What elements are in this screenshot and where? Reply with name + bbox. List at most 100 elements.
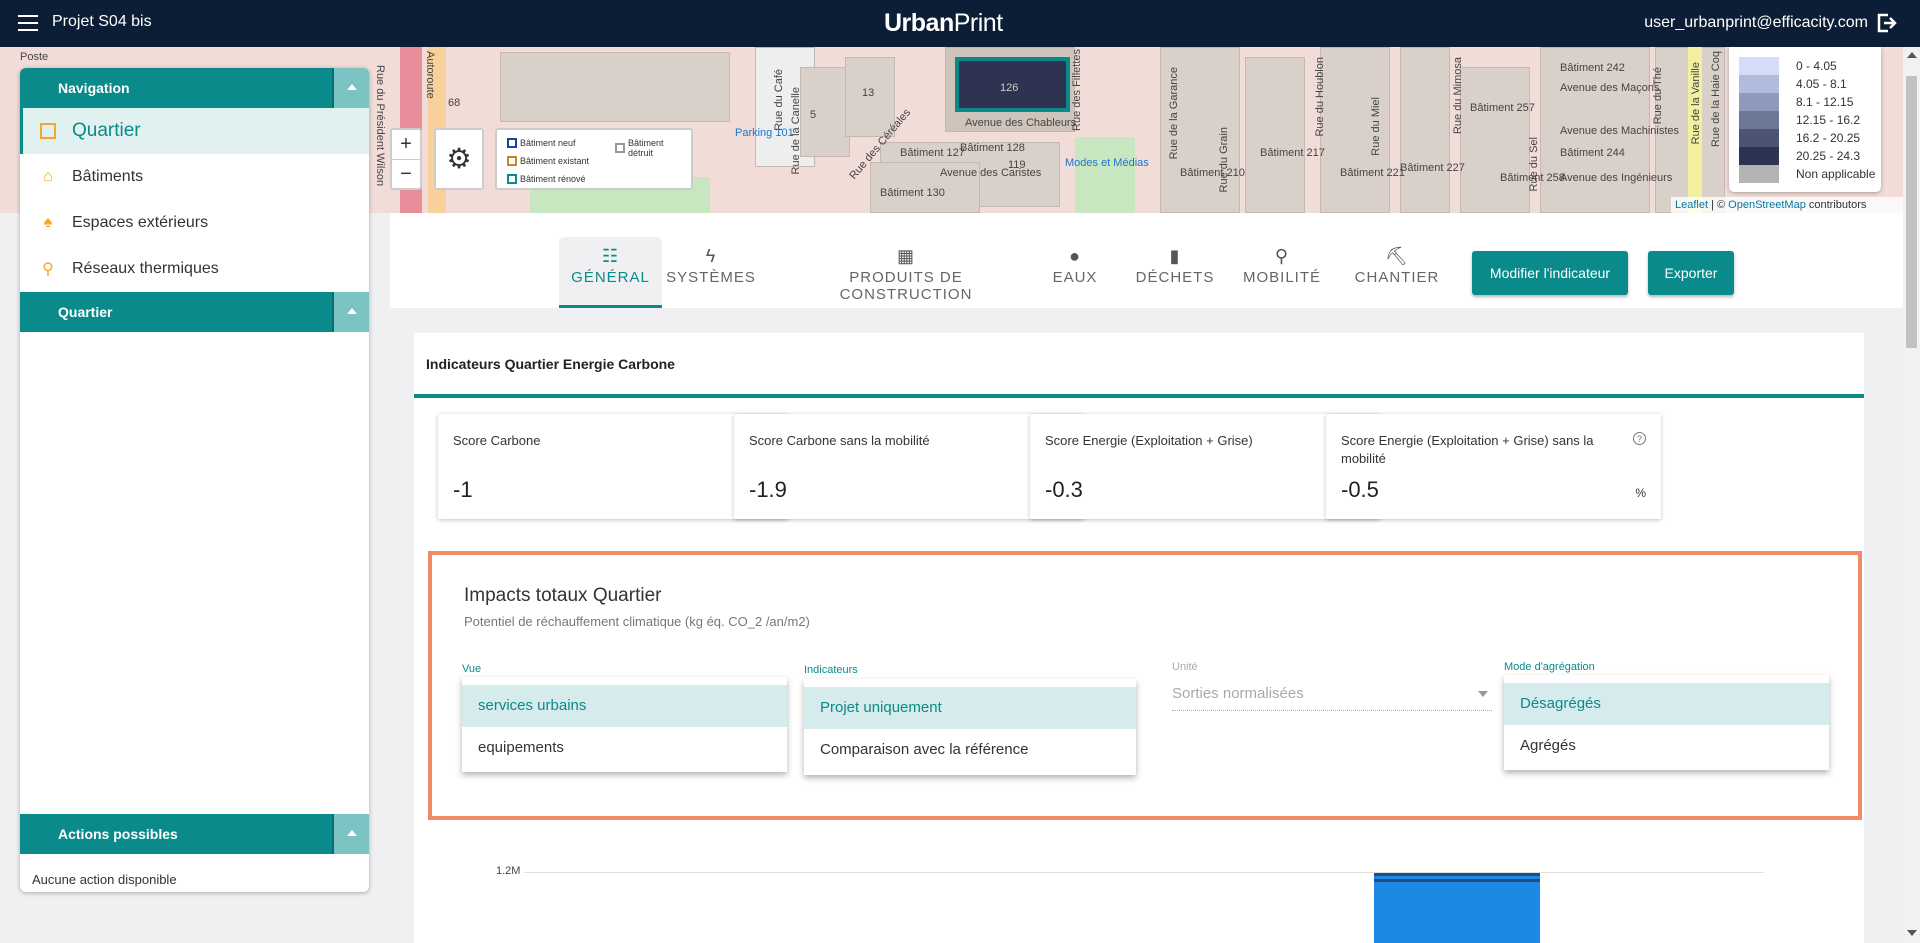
score-value: -0.3 bbox=[1045, 477, 1083, 502]
scroll-up-icon[interactable] bbox=[1907, 52, 1917, 58]
legend-item: Bâtiment neuf bbox=[507, 138, 576, 148]
aggregation-option[interactable]: Agrégés bbox=[1504, 725, 1829, 767]
legend-item: Bâtiment existant bbox=[507, 156, 589, 166]
tab-systemes[interactable]: ϟ SYSTÈMES bbox=[666, 237, 756, 308]
zoom-in-button[interactable]: + bbox=[392, 130, 420, 159]
legend-item: Bâtiment détruit bbox=[615, 138, 691, 158]
map-label: 126 bbox=[1000, 82, 1019, 94]
color-scale-legend: 0 - 4.05 4.05 - 8.1 8.1 - 12.15 12.15 - 16.… bbox=[1729, 47, 1881, 192]
tab-produits-de-construction[interactable]: ▦ PRODUITS DE CONSTRUCTION bbox=[786, 237, 1026, 308]
map-label: Avenue des Chableurs bbox=[965, 117, 1077, 129]
navigation-header[interactable]: Navigation bbox=[20, 68, 369, 108]
project-name: Projet S04 bis bbox=[52, 13, 152, 30]
map-label: Rue du Grain bbox=[1218, 127, 1230, 193]
indicateurs-label: Indicateurs bbox=[804, 664, 858, 676]
indicateurs-option[interactable]: Comparaison avec la référence bbox=[804, 729, 1136, 771]
modify-indicator-button[interactable]: Modifier l'indicateur bbox=[1472, 251, 1628, 295]
score-title: Score Carbone sans la mobilité bbox=[749, 433, 930, 448]
score-unit: % bbox=[1635, 486, 1646, 500]
chart-gridline bbox=[524, 872, 1764, 873]
score-title: Score Carbone bbox=[453, 433, 541, 448]
indicateurs-dropdown: Projet uniquement Comparaison avec la ré… bbox=[804, 679, 1136, 775]
map-label: Bâtiment 210 bbox=[1180, 167, 1245, 179]
logo: UrbanPrint bbox=[884, 9, 1003, 37]
help-icon[interactable]: ? bbox=[1633, 432, 1646, 445]
aggregation-label: Mode d'agrégation bbox=[1504, 661, 1595, 673]
sidebar-item-reseaux-thermiques[interactable]: ⚲ Réseaux thermiques bbox=[20, 246, 369, 292]
indicateurs-option[interactable]: Projet uniquement bbox=[804, 687, 1136, 729]
sidebar-item-espaces-exterieurs[interactable]: ♠ Espaces extérieurs bbox=[20, 200, 369, 246]
impact-title: Impacts totaux Quartier bbox=[464, 585, 662, 606]
map-label: Rue de la Vanille bbox=[1690, 62, 1702, 145]
impact-subtitle: Potentiel de réchauffement climatique (k… bbox=[464, 614, 810, 629]
score-title: Score Energie (Exploitation + Grise) san… bbox=[1341, 433, 1594, 466]
excavator-icon: ⛏ bbox=[1385, 246, 1409, 266]
map-label: Avenue des Caristes bbox=[940, 167, 1042, 179]
score-title: Score Energie (Exploitation + Grise) bbox=[1045, 433, 1253, 448]
score-value: -1.9 bbox=[749, 477, 787, 502]
score-value: -1 bbox=[453, 477, 473, 502]
leaflet-link[interactable]: Leaflet bbox=[1675, 199, 1708, 211]
map-label: Bâtiment 258 bbox=[1500, 172, 1565, 184]
indicators-card: Indicateurs Quartier Energie Carbone Sco… bbox=[414, 333, 1864, 943]
tab-general[interactable]: ☷ GÉNÉRAL bbox=[559, 237, 662, 308]
tab-chantier[interactable]: ⛏ CHANTIER bbox=[1352, 237, 1442, 308]
vue-dropdown: services urbains equipements bbox=[462, 677, 787, 772]
user-email: user_urbanprint@efficacity.com bbox=[1644, 14, 1868, 31]
vue-option[interactable]: services urbains bbox=[462, 685, 787, 727]
map-label: 5 bbox=[810, 109, 817, 121]
map-label: Avenue des Maçons bbox=[1560, 82, 1660, 94]
sidebar: Navigation Quartier ⌂ Bâtiments ♠ Espaces … bbox=[20, 68, 369, 892]
map-label: Bâtiment 127 bbox=[900, 147, 965, 159]
sidebar-item-quartier[interactable]: Quartier bbox=[20, 108, 369, 154]
bricks-icon: ▦ bbox=[896, 246, 915, 266]
square-outline-icon bbox=[38, 121, 58, 141]
zoom-out-button[interactable]: − bbox=[392, 159, 420, 188]
trash-icon: ▮ bbox=[1169, 246, 1181, 266]
color-legend-item: 12.15 - 16.2 bbox=[1729, 111, 1881, 129]
y-tick-label: 1.2M bbox=[496, 865, 521, 877]
scrollbar-thumb[interactable] bbox=[1906, 76, 1917, 348]
export-button[interactable]: Exporter bbox=[1648, 251, 1734, 295]
map-label: Bâtiment 128 bbox=[960, 142, 1025, 154]
tab-eaux[interactable]: ● EAUX bbox=[1050, 237, 1100, 308]
tab-mobilite[interactable]: ⚲ MOBILITÉ bbox=[1242, 237, 1322, 308]
map-label: Avenue des Ingénieurs bbox=[1560, 172, 1673, 184]
vue-option[interactable]: equipements bbox=[462, 727, 787, 769]
map-label: Bâtiment 244 bbox=[1560, 147, 1625, 159]
sliders-icon: ☷ bbox=[601, 246, 620, 266]
collapse-toggle-icon[interactable] bbox=[332, 814, 369, 854]
bicycle-icon: ⚲ bbox=[1274, 246, 1290, 266]
bolt-icon: ϟ bbox=[705, 246, 717, 266]
map-label: Rue du Mimosa bbox=[1452, 57, 1464, 135]
aggregation-option[interactable]: Désagrégés bbox=[1504, 683, 1829, 725]
color-legend-item: 8.1 - 12.15 bbox=[1729, 93, 1881, 111]
collapse-toggle-icon[interactable] bbox=[332, 68, 369, 108]
color-legend-item: 20.25 - 24.3 bbox=[1729, 147, 1881, 165]
color-legend-item: Non applicable bbox=[1729, 165, 1881, 183]
hamburger-menu-icon[interactable] bbox=[18, 15, 38, 31]
color-legend-item: 4.05 - 8.1 bbox=[1729, 75, 1881, 93]
card-title: Indicateurs Quartier Energie Carbone bbox=[426, 356, 675, 372]
chart-bar[interactable] bbox=[1374, 873, 1540, 943]
collapse-toggle-icon[interactable] bbox=[332, 292, 369, 332]
map-zoom-control: + − bbox=[390, 128, 422, 190]
scroll-down-icon[interactable] bbox=[1907, 930, 1917, 936]
actions-header[interactable]: Actions possibles bbox=[20, 814, 369, 854]
tab-dechets[interactable]: ▮ DÉCHETS bbox=[1135, 237, 1215, 308]
sidebar-item-batiments[interactable]: ⌂ Bâtiments bbox=[20, 154, 369, 200]
map-label: Modes et Médias bbox=[1065, 157, 1149, 169]
map-label: Bâtiment 242 bbox=[1560, 62, 1625, 74]
map-label: Bâtiment 130 bbox=[880, 187, 945, 199]
score-value: -0.5 bbox=[1341, 477, 1379, 502]
score-card: Score Energie (Exploitation + Grise) san… bbox=[1326, 414, 1661, 519]
osm-link[interactable]: OpenStreetMap bbox=[1728, 199, 1806, 211]
logout-icon[interactable] bbox=[1876, 13, 1898, 33]
impact-panel: Impacts totaux Quartier Potentiel de réc… bbox=[428, 551, 1862, 820]
map-settings-gear-icon[interactable]: ⚙ bbox=[434, 128, 484, 190]
quartier-header[interactable]: Quartier bbox=[20, 292, 369, 332]
map-label: Avenue des Machinistes bbox=[1560, 125, 1680, 137]
map-label: Rue du Miel bbox=[1370, 97, 1382, 156]
unite-select[interactable]: Unité Sorties normalisées bbox=[1172, 661, 1492, 711]
map-label: Bâtiment 257 bbox=[1470, 102, 1535, 114]
